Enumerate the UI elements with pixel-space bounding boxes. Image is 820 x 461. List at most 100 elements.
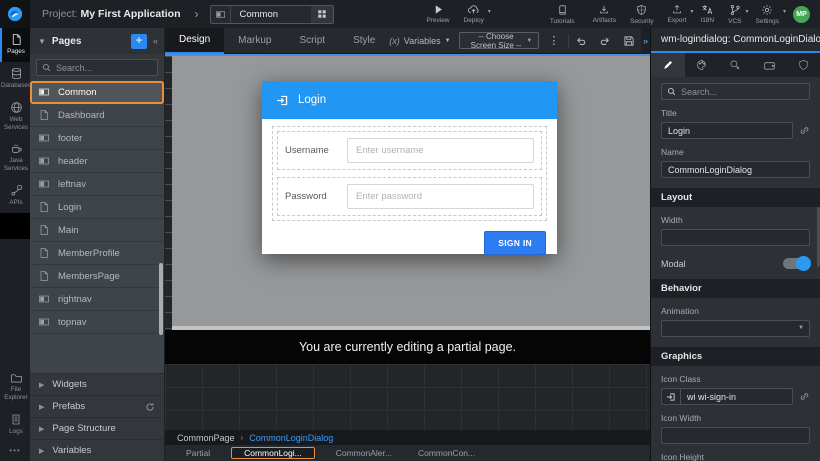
page-item-main[interactable]: Main [30, 219, 164, 242]
pages-panel: ▼ Pages + « Common Dashboard footer head… [30, 28, 165, 461]
properties-panel: wm-logindialog: CommonLoginDialog Title … [650, 28, 820, 461]
bottom-tab-commonconfirmdialog[interactable]: CommonCon... [405, 447, 488, 459]
animation-select[interactable] [661, 320, 810, 337]
width-label: Width [661, 215, 810, 225]
screen-size-select[interactable]: -- Choose Screen Size -- ▼ [459, 32, 540, 49]
pages-scrollbar[interactable] [159, 263, 163, 335]
pencil-icon [662, 59, 674, 71]
refresh-icon[interactable] [145, 402, 155, 412]
page-item-topnav[interactable]: topnav [30, 311, 164, 334]
icon-preview [661, 388, 681, 405]
username-input[interactable] [347, 138, 534, 163]
bottom-tabs: Partial CommonLogi... CommonAler... Comm… [165, 445, 650, 461]
bottom-tab-commonalertdialog[interactable]: CommonAler... [323, 447, 405, 459]
caret-down-icon: ▾ [783, 8, 786, 15]
bottom-tab-commonlogindialog[interactable]: CommonLogi... [231, 447, 315, 459]
page-item-leftnav[interactable]: leftnav [30, 173, 164, 196]
app-logo[interactable] [0, 0, 30, 28]
page-item-login[interactable]: Login [30, 196, 164, 219]
password-row[interactable]: Password [277, 177, 542, 216]
modal-toggle[interactable] [783, 258, 810, 269]
tab-security[interactable] [786, 53, 820, 77]
tab-markup[interactable]: Markup [224, 28, 285, 54]
properties-search-input[interactable] [681, 87, 804, 97]
breadcrumb-parent[interactable]: CommonPage [177, 433, 235, 443]
rail-item-databases[interactable]: Databases [0, 62, 30, 96]
security-button[interactable]: Security [630, 4, 653, 25]
tab-styles[interactable] [685, 53, 719, 77]
password-input[interactable] [347, 184, 534, 209]
section-page-structure[interactable]: ▶ Page Structure [30, 417, 164, 439]
horizontal-scrollbar[interactable] [172, 326, 650, 330]
rail-item-pages[interactable]: Pages [0, 28, 30, 62]
login-dialog[interactable]: Login Username Password SIGN IN [262, 81, 557, 254]
artifacts-button[interactable]: Artifacts [593, 4, 616, 24]
user-avatar[interactable]: MP [793, 6, 810, 23]
vcs-button[interactable]: ▾ VCS [728, 4, 741, 25]
bind-link-icon[interactable] [799, 125, 810, 136]
rail-more-dots[interactable]: ••• [0, 442, 30, 461]
tab-devices[interactable] [752, 53, 786, 77]
preview-button[interactable]: Preview [426, 4, 449, 24]
tab-script[interactable]: Script [286, 28, 340, 54]
canvas-grid-area[interactable] [165, 364, 650, 430]
chevron-down-icon[interactable]: ▼ [38, 37, 46, 46]
tab-design[interactable]: Design [165, 28, 224, 54]
project-name: My First Application [81, 8, 181, 20]
deploy-button[interactable]: ▾ Deploy [464, 4, 484, 24]
icon-width-input[interactable] [661, 427, 810, 444]
rail-item-java-services[interactable]: Java Services [0, 137, 30, 179]
bind-link-icon[interactable] [799, 391, 810, 402]
tutorials-button[interactable]: Tutorials [550, 4, 575, 25]
rail-item-file-explorer[interactable]: File Explorer [0, 367, 30, 408]
sign-in-icon [666, 392, 676, 402]
grid-view-icon[interactable] [311, 6, 333, 23]
icon-class-input[interactable] [681, 388, 793, 405]
page-item-footer[interactable]: footer [30, 127, 164, 150]
more-options-icon[interactable]: ⋮ [539, 34, 568, 47]
rail-item-logs[interactable]: Logs [0, 408, 30, 442]
redo-button[interactable] [593, 35, 617, 47]
breadcrumb-current[interactable]: CommonLoginDialog [249, 433, 333, 443]
pages-panel-title: Pages [52, 36, 131, 47]
partial-icon [38, 178, 50, 190]
pages-search-input[interactable] [56, 63, 152, 73]
design-viewport[interactable]: Login Username Password SIGN IN [165, 54, 650, 330]
bottom-tab-partial[interactable]: Partial [173, 447, 223, 459]
variables-dropdown[interactable]: (x) Variables ▼ [389, 36, 450, 46]
undo-button[interactable] [569, 35, 593, 47]
page-item-dashboard[interactable]: Dashboard [30, 104, 164, 127]
section-widgets[interactable]: ▶ Widgets [30, 373, 164, 395]
page-item-rightnav[interactable]: rightnav [30, 288, 164, 311]
page-item-memberprofile[interactable]: MemberProfile [30, 242, 164, 265]
settings-button[interactable]: ▾ Settings [756, 4, 780, 25]
collapse-panel-icon[interactable]: « [153, 36, 158, 46]
page-item-common[interactable]: Common [30, 81, 164, 104]
rail-item-apis[interactable]: APIs [0, 179, 30, 213]
i18n-button[interactable]: I18N [700, 4, 714, 24]
page-selector-dropdown[interactable]: Common [210, 5, 334, 24]
section-variables[interactable]: ▶ Variables [30, 439, 164, 461]
page-item-memberspage[interactable]: MembersPage [30, 265, 164, 288]
tab-properties[interactable] [651, 53, 685, 77]
shield-outline-icon [798, 59, 809, 71]
username-row[interactable]: Username [277, 131, 542, 170]
page-icon [38, 247, 50, 259]
name-input[interactable] [661, 161, 810, 178]
add-page-button[interactable]: + [131, 34, 147, 49]
sign-in-button[interactable]: SIGN IN [484, 231, 546, 255]
export-button[interactable]: ▾ Export [668, 4, 687, 24]
chevron-down-icon: ▼ [445, 38, 451, 44]
save-button[interactable] [617, 35, 641, 47]
title-input[interactable] [661, 122, 793, 139]
tab-events[interactable] [719, 53, 753, 77]
expand-panel-icon[interactable]: » [641, 28, 650, 54]
form-group-outline[interactable]: Username Password [272, 126, 547, 221]
section-prefabs[interactable]: ▶ Prefabs [30, 395, 164, 417]
pages-panel-header: ▼ Pages + « [30, 28, 164, 54]
dialog-header[interactable]: Login [262, 81, 557, 119]
page-item-header[interactable]: header [30, 150, 164, 173]
rail-item-web-services[interactable]: Web Services [0, 96, 30, 138]
width-input[interactable] [661, 229, 810, 246]
tab-style[interactable]: Style [339, 28, 389, 54]
